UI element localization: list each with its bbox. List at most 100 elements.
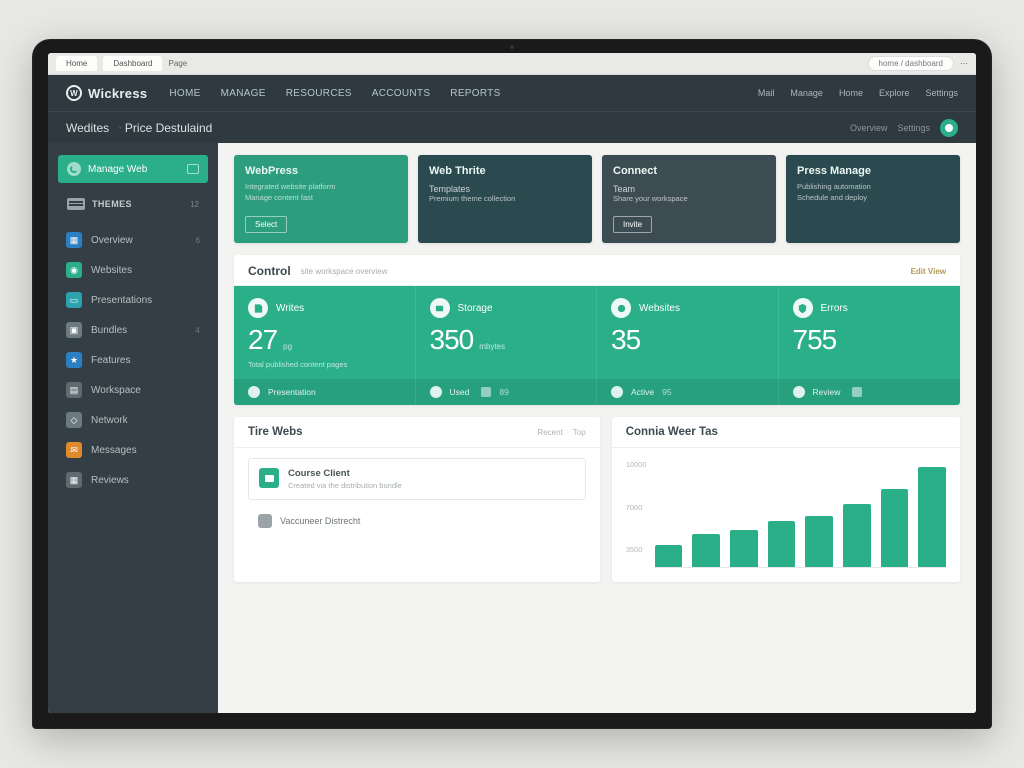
stat-footer[interactable]: Presentation	[234, 379, 416, 405]
y-tick: 10000	[626, 460, 647, 469]
slides-icon: ▭	[66, 292, 82, 308]
promo-text: Publishing automation	[797, 182, 949, 193]
stat-desc: Total published content pages	[248, 360, 401, 369]
nav-link[interactable]: Reports	[450, 88, 500, 99]
chart-bar	[692, 534, 720, 567]
promo-text: Schedule and deploy	[797, 193, 949, 204]
nav-link[interactable]: Manage	[221, 88, 266, 99]
stat-foot-label: Used	[450, 387, 470, 397]
page-title: ·	[115, 122, 125, 134]
nav-link[interactable]: Home	[169, 88, 200, 99]
nav-util-link[interactable]: Settings	[925, 88, 958, 98]
chart-bar	[881, 489, 909, 567]
shield-icon	[793, 298, 813, 318]
browser-tab[interactable]: Dashboard	[103, 56, 162, 71]
sidebar-sub-count: 12	[190, 200, 199, 209]
browser-menu-icon[interactable]: ⋯	[960, 59, 968, 68]
sidebar-item-websites[interactable]: ◉Websites	[48, 255, 218, 285]
panel-action-link[interactable]: Edit View	[911, 267, 946, 276]
list-panel: Tire Webs Recent Top Course Client	[234, 417, 600, 582]
panel-subtitle: site workspace overview	[301, 267, 388, 276]
sidebar: Manage Web THEMES 12 ▦Overview6 ◉Website…	[48, 143, 218, 713]
promo-button[interactable]: Select	[245, 216, 287, 233]
grid-icon: ▦	[66, 232, 82, 248]
chart-bar	[805, 516, 833, 567]
sidebar-item-presentations[interactable]: ▭ Presentations	[48, 285, 218, 315]
dot-icon	[430, 386, 442, 398]
nav-link[interactable]: Resources	[286, 88, 352, 99]
sidebar-item-label: Messages	[91, 445, 137, 456]
doc-icon	[248, 298, 268, 318]
chart-bar	[730, 530, 758, 567]
promo-card[interactable]: WebPress Integrated website platform Man…	[234, 155, 408, 243]
sidebar-item-count: 6	[196, 236, 200, 245]
brand-logo-icon: W	[66, 85, 82, 101]
chart-bar	[843, 504, 871, 567]
stat-label: Storage	[458, 303, 493, 314]
chart-bar	[768, 521, 796, 567]
subheader-link[interactable]: Overview	[850, 123, 888, 133]
promo-title: WebPress	[245, 165, 397, 177]
promo-subtitle: Team	[613, 184, 765, 194]
list-item-title: Course Client	[288, 468, 575, 479]
sidebar-item-bundles[interactable]: ▣Bundles4	[48, 315, 218, 345]
list-item[interactable]: Vaccuneer Distrecht	[248, 508, 586, 534]
stat-label: Errors	[821, 303, 848, 314]
chart-bar	[655, 545, 683, 567]
nav-link[interactable]: Accounts	[372, 88, 431, 99]
sub-header: Wedites · Price Destulaind Overview Sett…	[48, 111, 976, 143]
dot-icon	[248, 386, 260, 398]
sidebar-item-label: Features	[91, 355, 130, 366]
subheader-link[interactable]: Settings	[897, 123, 930, 133]
stat-card-storage: Storage 350mbytes	[416, 286, 598, 379]
main-content: WebPress Integrated website platform Man…	[218, 143, 976, 713]
sidebar-item-label: Presentations	[91, 295, 152, 306]
chart-bar	[918, 467, 946, 567]
sidebar-item-active[interactable]: Manage Web	[58, 155, 208, 183]
sidebar-item-reviews[interactable]: ▦Reviews	[48, 465, 218, 495]
avatar[interactable]	[940, 119, 958, 137]
promo-card[interactable]: Press Manage Publishing automation Sched…	[786, 155, 960, 243]
browser-tab-label: Page	[168, 59, 187, 68]
sidebar-item-workspace[interactable]: ▤ Workspace	[48, 375, 218, 405]
promo-text: Integrated website platform	[245, 182, 397, 193]
browser-tab[interactable]: Home	[56, 56, 97, 71]
star-icon: ★	[66, 352, 82, 368]
chat-icon: ✉	[66, 442, 82, 458]
nav-util-link[interactable]: Home	[839, 88, 863, 98]
sidebar-item-network[interactable]: ◇Network	[48, 405, 218, 435]
stat-footer[interactable]: Active95	[597, 379, 779, 405]
brand[interactable]: W Wickress	[66, 85, 147, 101]
url-bar[interactable]: home / dashboard	[868, 56, 955, 71]
tab[interactable]: Recent	[537, 428, 562, 437]
promo-card[interactable]: Web Thrite Templates Premium theme colle…	[418, 155, 592, 243]
stat-card-websites: Websites 35	[597, 286, 779, 379]
nav-util-link[interactable]: Manage	[790, 88, 823, 98]
stat-foot-label: Presentation	[268, 387, 316, 397]
tab[interactable]: Top	[573, 428, 586, 437]
promo-title: Web Thrite	[429, 165, 581, 177]
globe-icon	[611, 298, 631, 318]
chart-panel: Connia Weer Tas 10000 7000 3500	[612, 417, 960, 582]
stat-unit: pg	[283, 342, 292, 351]
sidebar-item-messages[interactable]: ✉ Messages	[48, 435, 218, 465]
sidebar-item-label: Workspace	[91, 385, 141, 396]
top-nav: W Wickress Home Manage Resources Account…	[48, 75, 976, 111]
sidebar-item-overview[interactable]: ▦Overview6	[48, 225, 218, 255]
bar-chart	[655, 458, 946, 568]
stat-footer[interactable]: Used89	[416, 379, 598, 405]
promo-card[interactable]: Connect Team Share your workspace Invite	[602, 155, 776, 243]
list-item[interactable]: Course Client Created via the distributi…	[248, 458, 586, 500]
disk-icon	[430, 298, 450, 318]
nav-util-link[interactable]: Explore	[879, 88, 910, 98]
sidebar-sub-label: THEMES	[92, 199, 132, 209]
promo-button[interactable]: Invite	[613, 216, 652, 233]
sidebar-subheader[interactable]: THEMES 12	[58, 193, 208, 215]
brand-name: Wickress	[88, 86, 147, 101]
stat-footer[interactable]: Review	[779, 379, 961, 405]
list-item-subtitle: Created via the distribution bundle	[288, 481, 575, 490]
nav-util-link[interactable]: Mail	[758, 88, 775, 98]
promo-title: Press Manage	[797, 165, 949, 177]
folder-icon: ▤	[66, 382, 82, 398]
sidebar-item-features[interactable]: ★ Features	[48, 345, 218, 375]
